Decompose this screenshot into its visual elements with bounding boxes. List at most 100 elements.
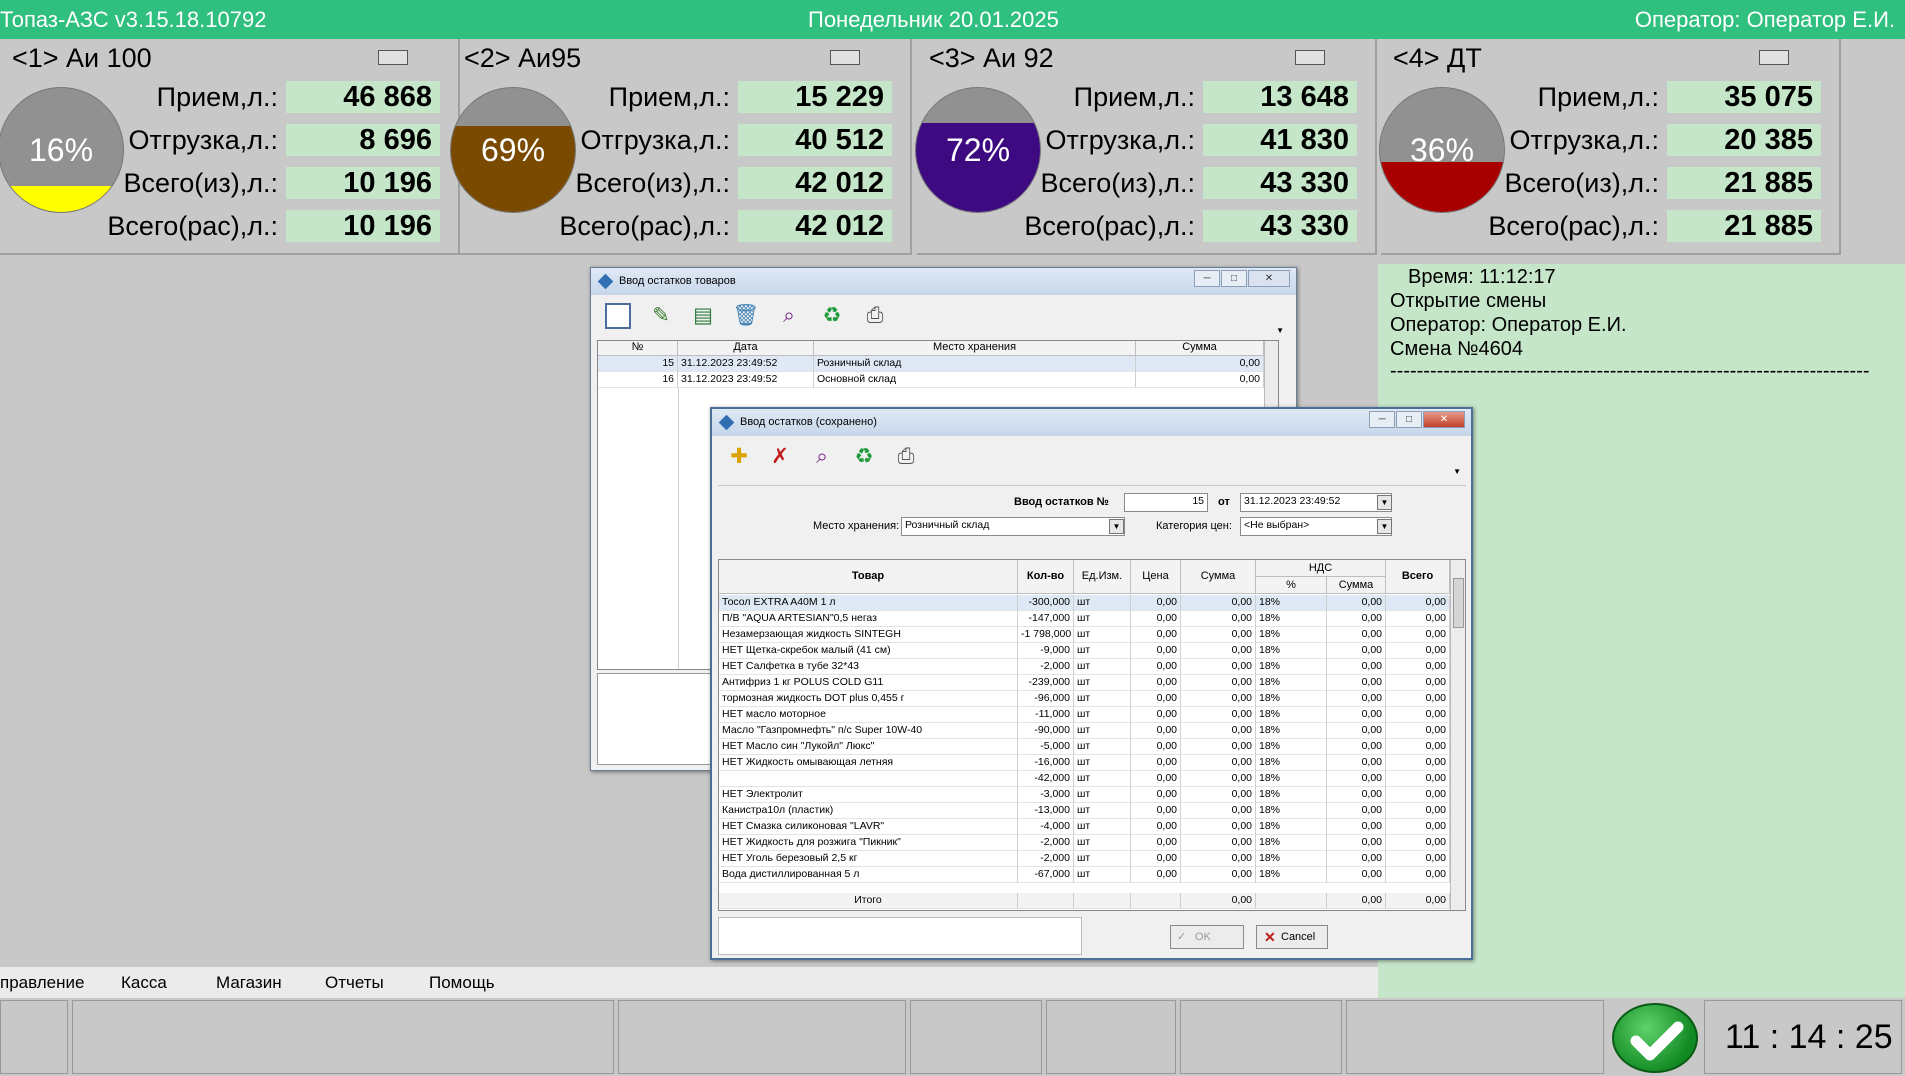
add-row-icon[interactable]: ✚ — [724, 443, 754, 471]
maximize-button[interactable]: □ — [1396, 411, 1422, 428]
table-row[interactable]: НЕТ Электролит -3,000 шт 0,00 0,00 18% 0… — [719, 787, 1450, 803]
new-doc-icon[interactable] — [603, 302, 633, 330]
cell-qty[interactable]: -42,000 — [1018, 771, 1074, 787]
tank-indicator[interactable] — [378, 50, 408, 65]
close-button[interactable]: ✕ — [1248, 270, 1290, 287]
cell-qty[interactable]: -9,000 — [1018, 643, 1074, 659]
cell-qty[interactable]: -3,000 — [1018, 787, 1074, 803]
table-row[interactable]: НЕТ Жидкость омывающая летняя -16,000 шт… — [719, 755, 1450, 771]
col-header-qty[interactable]: Кол-во — [1018, 560, 1074, 594]
price-category-select[interactable]: <Не выбран> — [1240, 517, 1392, 536]
function-key[interactable] — [72, 1000, 614, 1074]
minimize-button[interactable]: ─ — [1194, 270, 1220, 287]
table-row[interactable]: НЕТ Масло син "Лукойл" Люкс" -5,000 шт 0… — [719, 739, 1450, 755]
doc-number-field[interactable]: 15 — [1124, 493, 1208, 512]
table-row[interactable]: НЕТ Смазка силиконовая "LAVR" -4,000 шт … — [719, 819, 1450, 835]
table-row[interactable]: 16 31.12.2023 23:49:52 Основной склад 0,… — [598, 372, 1264, 388]
cell-price[interactable]: 0,00 — [1131, 627, 1181, 643]
remove-row-icon[interactable]: ✗ — [765, 443, 795, 471]
table-row[interactable]: Вода дистиллированная 5 л -67,000 шт 0,0… — [719, 867, 1450, 883]
cell-price[interactable]: 0,00 — [1131, 707, 1181, 723]
doc-date-field[interactable]: 31.12.2023 23:49:52 — [1240, 493, 1392, 512]
cell-price[interactable]: 0,00 — [1131, 835, 1181, 851]
cell-qty[interactable]: -16,000 — [1018, 755, 1074, 771]
maximize-button[interactable]: □ — [1221, 270, 1247, 287]
col-header-item[interactable]: Товар — [719, 560, 1018, 594]
scrollbar[interactable] — [1450, 560, 1465, 910]
cell-price[interactable]: 0,00 — [1131, 771, 1181, 787]
cell-qty[interactable]: -2,000 — [1018, 851, 1074, 867]
table-row[interactable]: НЕТ масло моторное -11,000 шт 0,00 0,00 … — [719, 707, 1450, 723]
cell-price[interactable]: 0,00 — [1131, 851, 1181, 867]
refresh-icon[interactable]: ♻ — [817, 302, 847, 330]
cell-qty[interactable]: -4,000 — [1018, 819, 1074, 835]
cell-qty[interactable]: -90,000 — [1018, 723, 1074, 739]
cell-price[interactable]: 0,00 — [1131, 675, 1181, 691]
comment-field[interactable] — [718, 917, 1082, 955]
cell-qty[interactable]: -96,000 — [1018, 691, 1074, 707]
cell-price[interactable]: 0,00 — [1131, 723, 1181, 739]
cell-price[interactable]: 0,00 — [1131, 755, 1181, 771]
cell-qty[interactable]: -11,000 — [1018, 707, 1074, 723]
cell-price[interactable]: 0,00 — [1131, 595, 1181, 611]
confirm-button[interactable] — [1612, 1003, 1698, 1073]
cell-price[interactable]: 0,00 — [1131, 643, 1181, 659]
table-row[interactable]: -42,000 шт 0,00 0,00 18% 0,00 0,00 — [719, 771, 1450, 787]
cell-price[interactable]: 0,00 — [1131, 659, 1181, 675]
col-header-unit[interactable]: Ед.Изм. — [1074, 560, 1131, 594]
menu-pomosch[interactable]: Помощь — [429, 973, 495, 993]
menu-kassa[interactable]: Касса — [121, 973, 167, 993]
table-row[interactable]: НЕТ Щетка-скребок малый (41 см) -9,000 ш… — [719, 643, 1450, 659]
window-titlebar[interactable]: Ввод остатков товаров ─ □ ✕ — [591, 268, 1296, 295]
print-icon[interactable]: ⎙ — [860, 302, 890, 330]
table-row[interactable]: П/В "AQUA ARTESIAN"0,5 негаз -147,000 шт… — [719, 611, 1450, 627]
cell-price[interactable]: 0,00 — [1131, 803, 1181, 819]
cell-qty[interactable]: -2,000 — [1018, 835, 1074, 851]
cell-qty[interactable]: -2,000 — [1018, 659, 1074, 675]
minimize-button[interactable]: ─ — [1369, 411, 1395, 428]
menu-magazin[interactable]: Магазин — [216, 973, 282, 993]
cell-qty[interactable]: -5,000 — [1018, 739, 1074, 755]
col-header-n[interactable]: № — [598, 341, 678, 356]
cell-qty[interactable]: -300,000 — [1018, 595, 1074, 611]
function-key[interactable] — [910, 1000, 1042, 1074]
function-key[interactable] — [1046, 1000, 1176, 1074]
col-header-total[interactable]: Всего — [1386, 560, 1450, 594]
close-button[interactable]: ✕ — [1423, 411, 1465, 428]
chevron-down-icon[interactable]: ▼ — [1377, 519, 1392, 534]
ok-button[interactable]: ✓ OK — [1170, 925, 1244, 949]
col-header-place[interactable]: Место хранения — [814, 341, 1136, 356]
chevron-down-icon[interactable]: ▼ — [1377, 495, 1392, 510]
function-key[interactable] — [1180, 1000, 1342, 1074]
table-row[interactable]: 15 31.12.2023 23:49:52 Розничный склад 0… — [598, 356, 1264, 372]
table-row[interactable]: тормозная жидкость DOT plus 0,455 г -96,… — [719, 691, 1450, 707]
table-row[interactable]: Масло "Газпромнефть" п/с Super 10W-40 -9… — [719, 723, 1450, 739]
cell-qty[interactable]: -13,000 — [1018, 803, 1074, 819]
scrollbar-thumb[interactable] — [1453, 578, 1464, 628]
cancel-button[interactable]: ✕ Cancel — [1256, 925, 1328, 949]
col-header-sum[interactable]: Сумма — [1136, 341, 1264, 356]
window-titlebar[interactable]: Ввод остатков (сохранено) ─ □ ✕ — [712, 409, 1471, 436]
col-header-vat-pct[interactable]: % — [1256, 577, 1327, 594]
toolbar-expand-icon[interactable]: ▼ — [1276, 326, 1284, 335]
delete-icon[interactable]: 🗑 — [731, 302, 761, 330]
chevron-down-icon[interactable]: ▼ — [1109, 519, 1124, 534]
menu-otchety[interactable]: Отчеты — [325, 973, 384, 993]
print-icon[interactable]: ⎙ — [891, 443, 921, 471]
cell-price[interactable]: 0,00 — [1131, 819, 1181, 835]
function-key[interactable] — [618, 1000, 906, 1074]
cell-qty[interactable]: -1 798,000 — [1018, 627, 1074, 643]
cell-qty[interactable]: -239,000 — [1018, 675, 1074, 691]
table-row[interactable]: НЕТ Уголь березовый 2,5 кг -2,000 шт 0,0… — [719, 851, 1450, 867]
function-key[interactable] — [0, 1000, 68, 1074]
menu-upravlenie[interactable]: правление — [0, 973, 84, 993]
cell-price[interactable]: 0,00 — [1131, 787, 1181, 803]
tank-indicator[interactable] — [1759, 50, 1789, 65]
view-icon[interactable]: ▤ — [688, 302, 718, 330]
place-select[interactable]: Розничный склад — [901, 517, 1125, 536]
toolbar-expand-icon[interactable]: ▼ — [1453, 467, 1461, 476]
refresh-icon[interactable]: ♻ — [849, 443, 879, 471]
cell-price[interactable]: 0,00 — [1131, 691, 1181, 707]
col-header-price[interactable]: Цена — [1131, 560, 1181, 594]
cell-price[interactable]: 0,00 — [1131, 867, 1181, 883]
